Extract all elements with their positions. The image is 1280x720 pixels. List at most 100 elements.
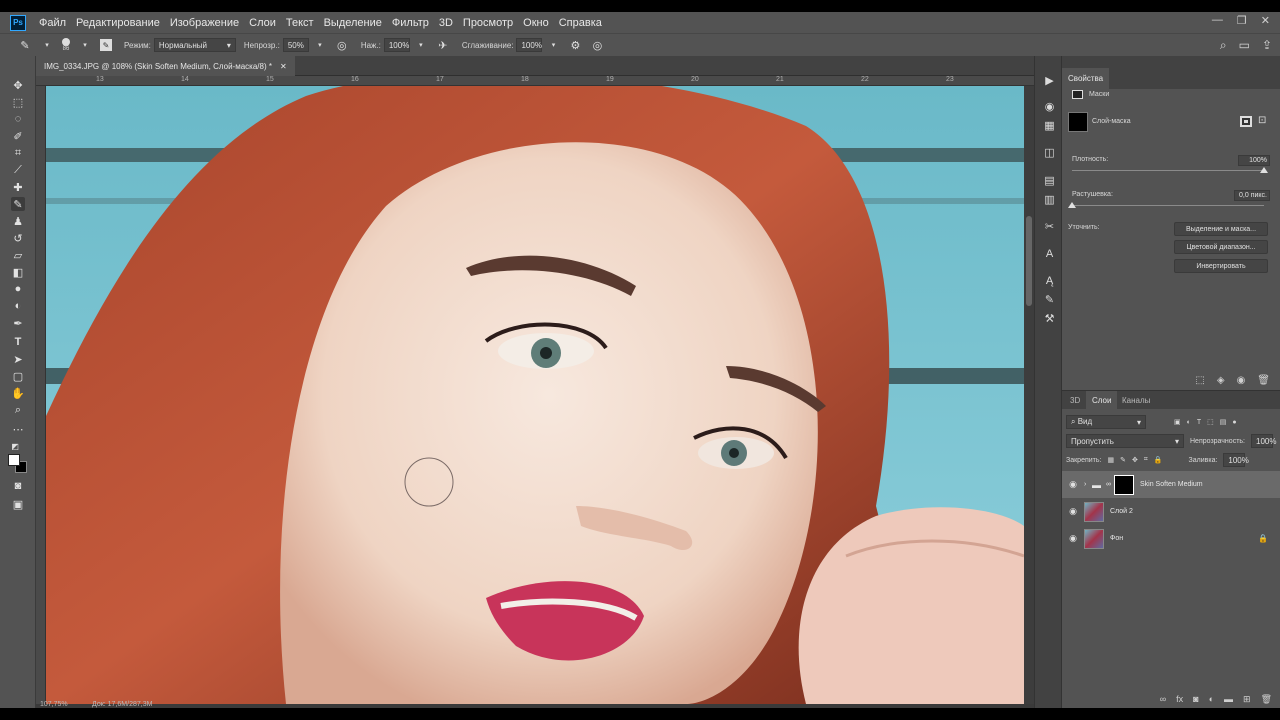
trash-icon[interactable]: 🗑 (1257, 375, 1270, 386)
menu-select[interactable]: Выделение (319, 17, 387, 29)
menu-3d[interactable]: 3D (434, 17, 458, 29)
layer-row[interactable]: ◉ Слой 2 (1062, 498, 1280, 525)
quick-mask-icon[interactable]: ◙ (11, 479, 25, 493)
character-panel-icon[interactable]: A (1043, 247, 1056, 260)
lock-all-icon[interactable]: 🔒 (1154, 456, 1163, 464)
move-tool-icon[interactable]: ✥ (11, 78, 25, 92)
default-colors-icon[interactable]: ◩ (8, 439, 22, 453)
brush-settings-panel-icon[interactable]: ✂ (1043, 220, 1056, 233)
chevron-down-icon[interactable]: ▾ (313, 38, 327, 52)
brush-tool-icon[interactable]: ✎ (11, 197, 25, 211)
chevron-right-icon[interactable]: › (1084, 481, 1092, 488)
foreground-color-swatch[interactable] (8, 454, 20, 466)
filter-type-icon[interactable]: T (1197, 419, 1201, 426)
blur-tool-icon[interactable]: ● (11, 282, 25, 296)
gradient-tool-icon[interactable]: ◧ (11, 265, 25, 279)
trash-icon[interactable]: 🗑 (1261, 694, 1272, 708)
paragraph-panel-icon[interactable]: Ą (1043, 274, 1056, 287)
fill-field[interactable]: 100% (1223, 453, 1249, 467)
more-tools-icon[interactable]: ⋯ (11, 422, 25, 436)
feather-slider-track[interactable] (1072, 205, 1264, 206)
libraries-icon[interactable]: ◫ (1043, 146, 1056, 159)
chevron-down-icon[interactable]: ▾ (40, 38, 54, 52)
chevron-down-icon[interactable]: ▾ (414, 38, 428, 52)
layer-row[interactable]: ◉ Фон 🔒 (1062, 525, 1280, 552)
lock-transparent-icon[interactable]: ▦ (1107, 456, 1114, 464)
menu-layers[interactable]: Слои (244, 17, 281, 29)
document-tab[interactable]: IMG_0334.JPG @ 108% (Skin Soften Medium,… (36, 56, 295, 76)
document-canvas[interactable] (46, 86, 1024, 704)
menu-window[interactable]: Окно (518, 17, 554, 29)
menu-type[interactable]: Текст (281, 17, 319, 29)
apply-mask-icon[interactable]: ◈ (1217, 375, 1225, 386)
search-icon[interactable]: ⌕ (1220, 38, 1227, 53)
clone-stamp-tool-icon[interactable]: ♟ (11, 214, 25, 228)
visibility-eye-icon[interactable]: ◉ (1062, 506, 1084, 517)
vertical-scrollbar[interactable] (1024, 86, 1034, 704)
menu-view[interactable]: Просмотр (458, 17, 518, 29)
select-and-mask-button[interactable]: Выделение и маска... (1174, 222, 1268, 236)
quick-select-tool-icon[interactable]: ✐ (11, 129, 25, 143)
gear-icon[interactable]: ⚙ (568, 38, 582, 52)
blend-mode-dropdown[interactable]: Пропустить ▾ (1066, 434, 1184, 448)
tab-properties[interactable]: Свойства (1062, 68, 1110, 89)
new-group-icon[interactable]: ▬ (1224, 694, 1233, 708)
feather-slider-knob[interactable] (1068, 202, 1076, 208)
smoothing-field[interactable]: 100% (516, 38, 543, 52)
density-value[interactable]: 100% (1238, 155, 1270, 166)
pressure-opacity-icon[interactable]: ◎ (335, 38, 349, 52)
adjustments-icon[interactable]: ▤ (1043, 174, 1056, 187)
chevron-down-icon[interactable]: ▾ (546, 38, 560, 52)
color-range-button[interactable]: Цветовой диапазон... (1174, 240, 1268, 254)
dodge-tool-icon[interactable]: ◐ (11, 299, 25, 313)
link-layers-icon[interactable]: ∞ (1160, 694, 1166, 708)
visibility-eye-icon[interactable]: ◉ (1237, 375, 1246, 386)
filter-smart-object-icon[interactable]: ▤ (1220, 418, 1227, 426)
zoom-tool-icon[interactable]: ⌕ (11, 403, 25, 417)
chevron-down-icon[interactable]: ▾ (78, 38, 92, 52)
filter-shape-icon[interactable]: ⬚ (1207, 418, 1214, 426)
layer-style-icon[interactable]: fx (1176, 694, 1183, 708)
layer-kind-filter[interactable]: ⌕ Вид ▾ (1066, 415, 1146, 429)
mode-dropdown[interactable]: Нормальный ▾ (153, 38, 236, 52)
menu-image[interactable]: Изображение (165, 17, 244, 29)
layer-mask-thumbnail[interactable] (1068, 112, 1088, 132)
scrollbar-thumb[interactable] (1026, 216, 1032, 306)
swatches-grid-icon[interactable]: ▦ (1043, 119, 1056, 132)
tab-layers[interactable]: Слои (1086, 391, 1118, 409)
layer-mask-thumbnail[interactable] (1114, 474, 1134, 495)
workspace-icon[interactable]: ▭ (1239, 38, 1250, 53)
new-layer-icon[interactable]: ⊞ (1243, 694, 1251, 708)
load-selection-icon[interactable]: ⬚ (1195, 375, 1204, 386)
close-icon[interactable]: ✕ (1261, 14, 1270, 27)
tab-channels[interactable]: Каналы (1116, 391, 1156, 409)
share-icon[interactable]: ⇪ (1262, 38, 1272, 53)
flow-field[interactable]: 100% (383, 38, 410, 52)
filter-toggle-icon[interactable]: ● (1232, 419, 1236, 426)
opacity-field[interactable]: 50% (282, 38, 309, 52)
marquee-tool-icon[interactable]: ⬚ (11, 95, 25, 109)
type-tool-icon[interactable]: T (11, 335, 25, 349)
density-slider-track[interactable] (1072, 170, 1264, 171)
hand-tool-icon[interactable]: ✋ (11, 386, 25, 400)
brush-settings-icon[interactable]: ✎ (100, 39, 112, 51)
filter-adjustment-icon[interactable]: ◐ (1187, 419, 1191, 426)
healing-brush-tool-icon[interactable]: ✚ (11, 180, 25, 194)
link-icon[interactable]: ∞ (1106, 481, 1114, 488)
pen-tool-icon[interactable]: ✒ (11, 316, 25, 330)
layer-row[interactable]: ◉ › ▬ ∞ Skin Soften Medium (1062, 471, 1280, 498)
brushes-panel-icon[interactable]: ✎ (1043, 293, 1056, 306)
adjustment-layer-icon[interactable]: ◐ (1209, 694, 1214, 708)
layer-opacity-field[interactable]: 100% (1251, 434, 1276, 448)
pressure-size-icon[interactable]: ◎ (590, 38, 604, 52)
rectangle-tool-icon[interactable]: ▢ (11, 369, 25, 383)
pixel-mask-icon[interactable] (1240, 116, 1252, 127)
brush-tool-icon[interactable]: ✎ (18, 38, 32, 52)
menu-filter[interactable]: Фильтр (387, 17, 434, 29)
menu-edit[interactable]: Редактирование (71, 17, 165, 29)
screen-mode-icon[interactable]: ▣ (11, 497, 25, 511)
path-select-tool-icon[interactable]: ➤ (11, 352, 25, 366)
feather-value[interactable]: 0,0 пикс. (1234, 190, 1270, 201)
play-icon[interactable]: ▶ (1043, 74, 1056, 87)
visibility-eye-icon[interactable]: ◉ (1062, 479, 1084, 490)
